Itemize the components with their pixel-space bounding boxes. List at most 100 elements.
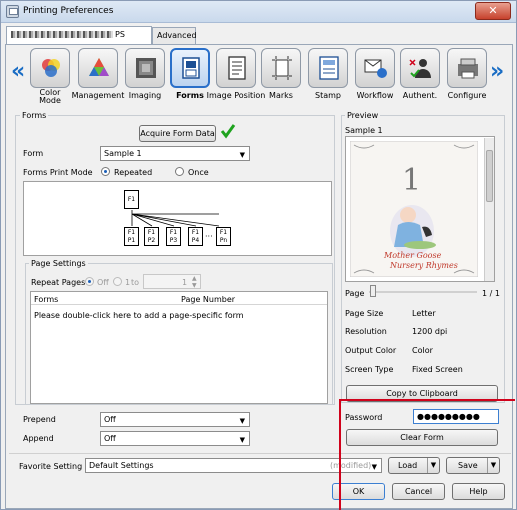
page-slider-track[interactable] bbox=[369, 291, 477, 293]
printer-configure-icon bbox=[458, 58, 478, 79]
preview-caption-line2: Nursery Rhymes bbox=[390, 261, 458, 270]
window-title: Printing Preferences bbox=[23, 6, 114, 16]
tab-advanced-label: Advanced bbox=[157, 31, 197, 40]
form-label: Form bbox=[23, 149, 44, 158]
page-form-list-header: Forms Page Number bbox=[31, 292, 327, 305]
authentication-icon bbox=[409, 59, 431, 78]
chevron-down-icon: ▼ bbox=[239, 417, 245, 425]
prepend-label: Prepend bbox=[23, 415, 56, 424]
info-screen-type-value: Fixed Screen bbox=[412, 365, 463, 374]
help-button[interactable]: Help bbox=[452, 483, 505, 500]
tab-printer-ps-label: PS bbox=[115, 30, 125, 39]
page-position-icon bbox=[228, 56, 246, 80]
info-output-color-label: Output Color bbox=[345, 346, 397, 355]
append-value: Off bbox=[104, 434, 116, 443]
password-label: Password bbox=[345, 413, 383, 422]
toolbar-color-mode[interactable]: Color Mode bbox=[26, 46, 74, 105]
preview-page-number-art: 1 bbox=[402, 163, 422, 198]
save-button-label: Save bbox=[458, 461, 478, 470]
forms-mode-diagram: F1 F1 P1 F1 P2 F1 P3 F1 P4 ··· F1 Pn bbox=[23, 181, 332, 256]
page-slider-thumb[interactable] bbox=[370, 285, 376, 297]
scroll-left-icon[interactable]: « bbox=[11, 59, 25, 84]
mode-repeated-radio[interactable] bbox=[101, 167, 110, 176]
prepend-value: Off bbox=[104, 415, 116, 424]
password-field[interactable]: ●●●●●●●●● bbox=[413, 409, 499, 424]
close-button[interactable]: ✕ bbox=[475, 2, 511, 20]
tab-printer-ps[interactable]: PS bbox=[6, 26, 152, 45]
info-output-color-value: Color bbox=[412, 346, 433, 355]
chevron-down-icon: ▼ bbox=[371, 463, 377, 471]
page-settings-label: Page Settings bbox=[29, 259, 88, 268]
favorite-setting-select[interactable]: Default Settings (modified) ▼ bbox=[85, 458, 382, 473]
page-form-list[interactable]: Forms Page Number Please double-click he… bbox=[30, 291, 328, 404]
diagram-page-1: F1 P1 bbox=[124, 227, 139, 246]
palette-icon bbox=[89, 58, 109, 76]
range-from-value: 1 bbox=[125, 278, 131, 287]
page-label: Page bbox=[345, 289, 365, 298]
diagram-page-3: F1 P3 bbox=[166, 227, 181, 246]
preview-scrollbar[interactable] bbox=[484, 138, 494, 281]
column-forms: Forms bbox=[34, 295, 59, 304]
diagram-page-n: F1 Pn bbox=[216, 227, 231, 246]
repeat-pages-label: Repeat Pages bbox=[31, 278, 86, 287]
load-button-label: Load bbox=[398, 461, 418, 470]
preview-image-pane: 1 Mother Goose Nursery Rhymes bbox=[345, 136, 495, 282]
printing-preferences-window: Printing Preferences ✕ PS Advanced « » C… bbox=[0, 0, 517, 510]
forms-icon bbox=[182, 57, 200, 79]
forms-group-label: Forms bbox=[20, 111, 49, 120]
chevron-down-icon: ▼ bbox=[239, 436, 245, 444]
highlight-box-left bbox=[339, 399, 341, 510]
diagram-page-2: F1 P2 bbox=[144, 227, 159, 246]
imaging-icon bbox=[136, 58, 156, 78]
info-resolution-label: Resolution bbox=[345, 327, 387, 336]
form-select-value: Sample 1 bbox=[104, 149, 142, 158]
page-form-list-hint[interactable]: Please double-click here to add a page-s… bbox=[34, 311, 244, 320]
preview-group-label: Preview bbox=[345, 111, 381, 120]
prepend-select[interactable]: Off ▼ bbox=[100, 412, 250, 427]
password-value: ●●●●●●●●● bbox=[417, 412, 480, 421]
workflow-icon bbox=[364, 59, 387, 78]
preview-sample-name: Sample 1 bbox=[345, 126, 383, 135]
info-page-size-label: Page Size bbox=[345, 309, 384, 318]
append-select[interactable]: Off ▼ bbox=[100, 431, 250, 446]
save-button[interactable]: Save ▼ bbox=[446, 457, 500, 474]
mode-repeated-label: Repeated bbox=[114, 168, 153, 177]
mode-once-radio[interactable] bbox=[175, 167, 184, 176]
toolbar-configure[interactable]: Configure bbox=[443, 46, 491, 104]
favorite-setting-value: Default Settings bbox=[89, 461, 154, 470]
masked-printer-name bbox=[11, 31, 113, 38]
append-label: Append bbox=[23, 434, 54, 443]
diagram-ellipsis: ··· bbox=[205, 232, 213, 241]
checkmark-icon bbox=[220, 124, 236, 139]
column-page-number: Page Number bbox=[181, 295, 236, 304]
stepper-arrows-icon: ▲ ▼ bbox=[192, 275, 197, 289]
printer-app-icon bbox=[6, 5, 19, 18]
mode-once-label: Once bbox=[188, 168, 209, 177]
info-resolution-value: 1200 dpi bbox=[412, 327, 448, 336]
load-button[interactable]: Load ▼ bbox=[388, 457, 440, 474]
page-count: 1 / 1 bbox=[482, 289, 500, 298]
preview-scrollbar-thumb[interactable] bbox=[486, 150, 493, 202]
stamp-icon bbox=[319, 56, 339, 80]
clear-form-button[interactable]: Clear Form bbox=[346, 429, 498, 446]
divider bbox=[9, 453, 511, 454]
load-dropdown-icon[interactable]: ▼ bbox=[427, 458, 439, 473]
favorite-modified-badge: (modified) bbox=[330, 461, 372, 470]
highlight-box-top bbox=[340, 399, 515, 401]
form-select[interactable]: Sample 1 ▼ bbox=[100, 146, 250, 161]
cancel-button[interactable]: Cancel bbox=[392, 483, 445, 500]
info-screen-type-label: Screen Type bbox=[345, 365, 394, 374]
range-to-label: to bbox=[131, 278, 140, 287]
repeat-range-radio[interactable] bbox=[113, 277, 122, 286]
repeat-off-radio[interactable] bbox=[85, 277, 94, 286]
scroll-right-icon[interactable]: » bbox=[490, 59, 504, 84]
range-to-stepper[interactable]: 1 ▲ ▼ bbox=[143, 274, 201, 289]
tab-advanced[interactable]: Advanced bbox=[152, 27, 197, 44]
title-bar: Printing Preferences ✕ bbox=[1, 1, 516, 23]
forms-print-mode-label: Forms Print Mode bbox=[23, 168, 93, 177]
save-dropdown-icon[interactable]: ▼ bbox=[487, 458, 499, 473]
crop-marks-icon bbox=[272, 56, 292, 80]
preview-caption-line1: Mother Goose bbox=[384, 251, 442, 260]
acquire-form-data-button[interactable]: Acquire Form Data bbox=[139, 125, 216, 142]
info-page-size-value: Letter bbox=[412, 309, 436, 318]
